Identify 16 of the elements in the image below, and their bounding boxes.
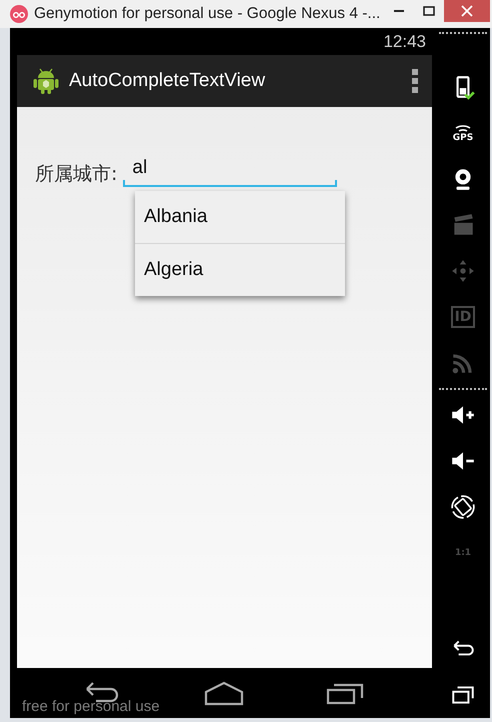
android-robot-icon [33,67,59,95]
personal-use-notice: free for personal use [22,698,160,715]
minimize-icon [394,10,404,12]
close-icon [461,5,473,17]
suggestion-item[interactable]: Albania [135,191,345,243]
app-title: AutoCompleteTextView [69,70,266,92]
rotate-icon[interactable] [450,494,476,520]
overflow-menu-icon[interactable] [412,69,418,93]
city-label: 所属城市: [35,162,118,187]
suggestion-item[interactable]: Algeria [135,243,345,296]
home-icon[interactable] [203,680,245,706]
window-title: Genymotion for personal use - Google Nexus 4 -... [34,5,382,23]
app-logo-icon [10,5,28,23]
status-time: 12:43 [383,32,426,52]
maximize-icon [423,6,435,16]
close-button[interactable] [444,0,490,22]
